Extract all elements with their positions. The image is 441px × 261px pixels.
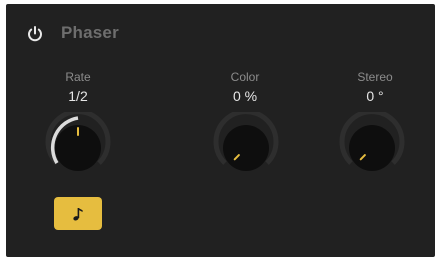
plugin-title: Phaser bbox=[61, 23, 119, 42]
power-button[interactable] bbox=[26, 25, 44, 43]
stereo-value: 0 ° bbox=[366, 88, 384, 104]
phaser-panel: Phaser Rate 1/2 Color 0 % Stereo 0 ° bbox=[6, 4, 435, 257]
color-value: 0 % bbox=[232, 88, 258, 104]
eighth-note-icon bbox=[73, 207, 83, 220]
power-icon bbox=[28, 26, 42, 42]
tempo-sync-button[interactable] bbox=[54, 197, 102, 230]
rate-value: 1/2 bbox=[68, 88, 88, 104]
color-knob[interactable] bbox=[210, 109, 282, 184]
color-label: Color bbox=[230, 70, 260, 84]
stereo-knob[interactable] bbox=[336, 109, 408, 184]
stereo-label: Stereo bbox=[357, 70, 393, 84]
rate-knob[interactable] bbox=[42, 109, 114, 184]
rate-label: Rate bbox=[65, 70, 91, 84]
